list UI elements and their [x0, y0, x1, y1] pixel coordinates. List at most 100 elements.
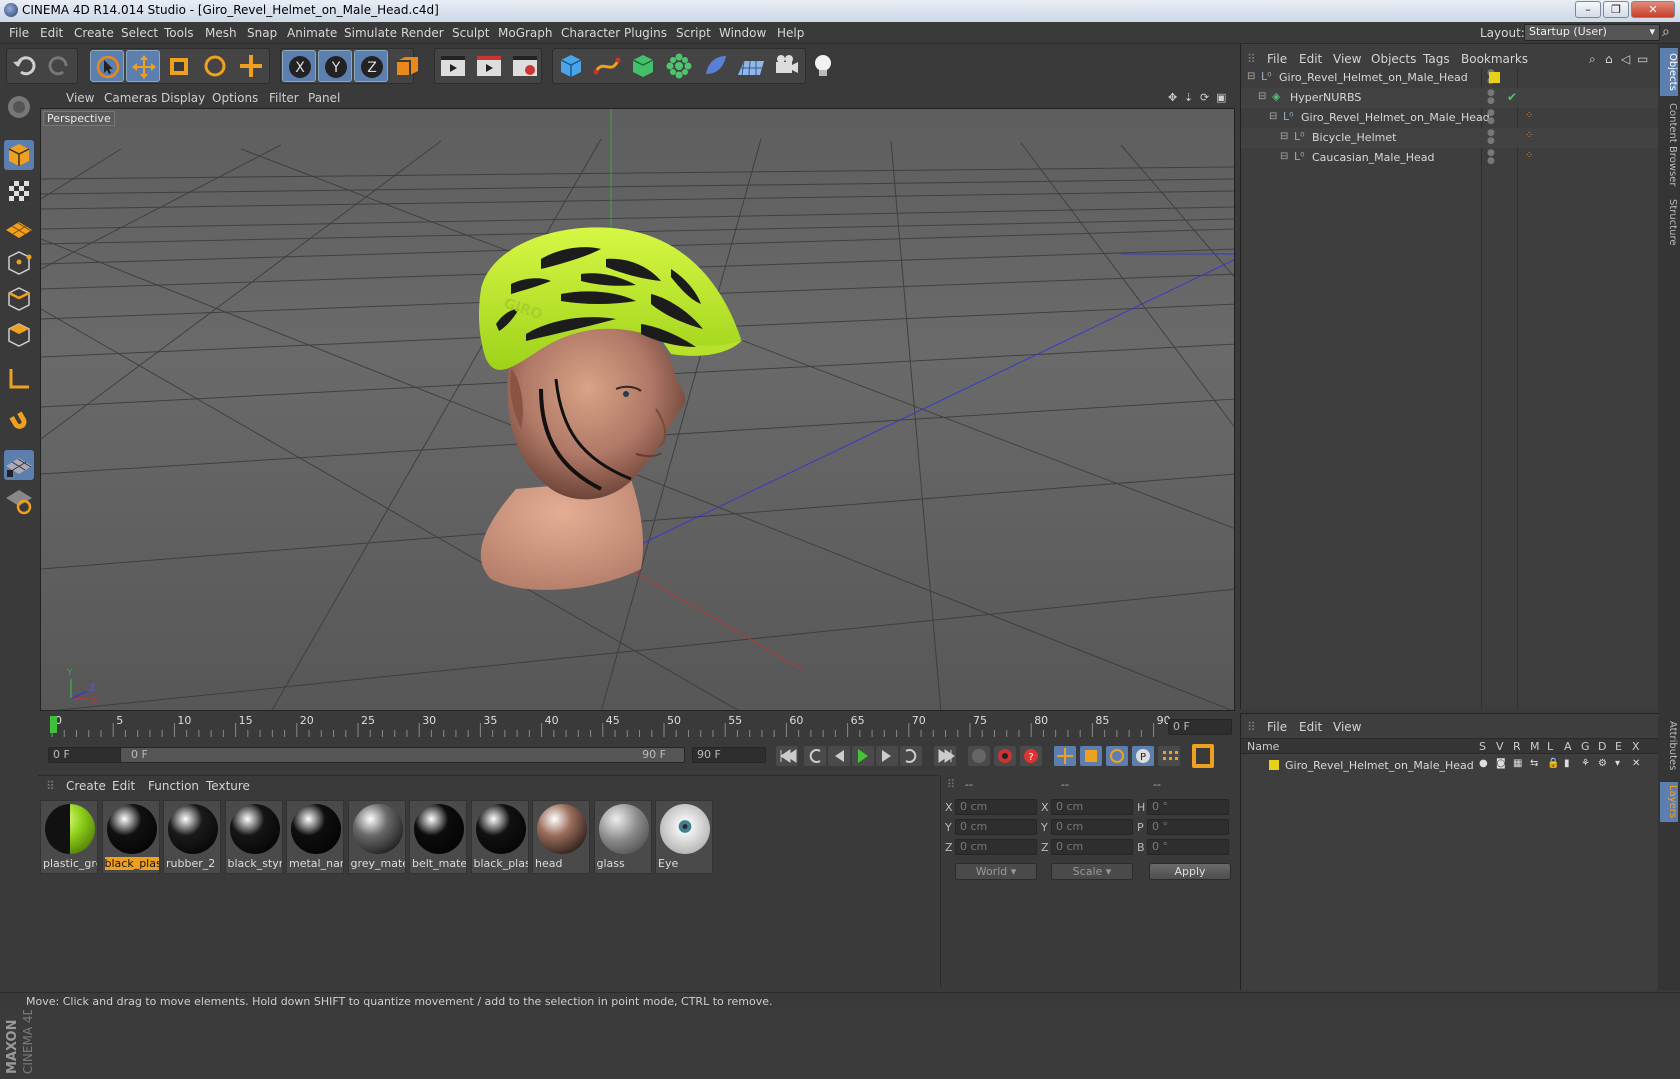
viewport-menu-panel[interactable]: Panel	[308, 91, 340, 105]
menu-sculpt[interactable]: Sculpt	[452, 26, 489, 40]
material-swatch[interactable]: black_styro	[224, 800, 283, 874]
visibility-toggle-icon[interactable]: ●●	[1487, 149, 1495, 166]
material-menu-function[interactable]: Function	[148, 779, 199, 793]
light-icon[interactable]	[806, 50, 840, 82]
viewport-maximize-icon[interactable]: ▣	[1216, 91, 1226, 104]
coord-value-field[interactable]: 0 cm	[1051, 819, 1133, 835]
undo-icon[interactable]	[8, 50, 42, 82]
playhead-marker[interactable]	[50, 716, 57, 733]
viewport-menu-view[interactable]: View	[66, 91, 94, 105]
x-axis-icon[interactable]: X	[282, 50, 316, 82]
material-swatch[interactable]: grey_mater	[347, 800, 406, 874]
layer-flag-toggle-icon[interactable]: ▦	[1513, 758, 1522, 769]
layer-flag-toggle-icon[interactable]: ⚘	[1581, 758, 1590, 769]
menu-select[interactable]: Select	[121, 26, 158, 40]
object-menu-tags[interactable]: Tags	[1423, 52, 1450, 66]
expand-toggle-icon[interactable]: ⊟	[1280, 151, 1288, 162]
object-row[interactable]: ⊟ ◈ HyperNURBS ● ● ✔	[1241, 88, 1659, 108]
material-tags-icon[interactable]: ⁘	[1525, 130, 1533, 141]
object-menu-objects[interactable]: Objects	[1371, 52, 1416, 66]
menu-file[interactable]: File	[9, 26, 29, 40]
nurbs-icon[interactable]	[626, 50, 660, 82]
scale-icon[interactable]	[162, 50, 196, 82]
cube-icon[interactable]	[554, 50, 588, 82]
expand-toggle-icon[interactable]: ⊟	[1269, 111, 1277, 122]
texture-mode-icon[interactable]	[4, 176, 34, 206]
menu-character[interactable]: Character	[561, 26, 620, 40]
layer-color-swatch[interactable]	[1489, 72, 1500, 83]
object-row[interactable]: ⊟ L⁰ Giro_Revel_Helmet_on_Male_Head ● ● ⁘	[1241, 108, 1659, 128]
layer-column-header[interactable]: E	[1615, 740, 1622, 753]
visibility-toggle-icon[interactable]: ●●	[1487, 89, 1495, 106]
menu-plugins[interactable]: Plugins	[624, 26, 667, 40]
z-axis-icon[interactable]: Z	[354, 50, 388, 82]
menu-render[interactable]: Render	[401, 26, 444, 40]
visibility-toggle-icon[interactable]: ●●	[1487, 129, 1495, 146]
maximize-button[interactable]: ❐	[1603, 1, 1629, 18]
search-icon[interactable]: ⌕	[1589, 52, 1596, 67]
render-view-icon[interactable]	[436, 50, 470, 82]
layer-column-header[interactable]: S	[1479, 740, 1486, 753]
world-dropdown[interactable]: World ▾	[955, 863, 1037, 880]
coord-value-field[interactable]: 0 cm	[1051, 799, 1133, 815]
snap-grid-icon[interactable]	[4, 450, 34, 480]
menu-window[interactable]: Window	[719, 26, 766, 40]
camera-icon[interactable]	[770, 50, 804, 82]
layer-column-header[interactable]: X	[1632, 740, 1640, 753]
material-swatch[interactable]: black_plast	[101, 800, 160, 874]
coord-value-field[interactable]: 0 cm	[955, 839, 1037, 855]
viewport-pan-icon[interactable]: ✥	[1168, 91, 1177, 104]
material-swatch[interactable]: belt_materi	[409, 800, 467, 874]
array-icon[interactable]	[662, 50, 696, 82]
coord-value-field[interactable]: 0 °	[1147, 839, 1229, 855]
layer-flag-toggle-icon[interactable]: ⚙	[1598, 758, 1607, 769]
home-icon[interactable]: ⌂	[1605, 52, 1613, 66]
layer-column-header[interactable]: A	[1564, 740, 1572, 753]
layout-dropdown[interactable]: Startup (User) ▾	[1524, 24, 1660, 41]
viewport-rotate-icon[interactable]: ⟳	[1200, 91, 1209, 104]
render-picture-viewer-icon[interactable]	[472, 50, 506, 82]
minimize-button[interactable]: –	[1575, 1, 1601, 18]
make-editable-icon[interactable]	[4, 92, 34, 122]
layer-menu-edit[interactable]: Edit	[1299, 720, 1322, 734]
layer-flag-toggle-icon[interactable]: ◙	[1496, 758, 1506, 769]
material-swatch[interactable]: plastic_gre	[40, 800, 98, 874]
object-row[interactable]: ⊟ L⁰ Caucasian_Male_Head ● ● ⁘	[1241, 148, 1659, 168]
layer-flag-toggle-icon[interactable]: ▾	[1615, 758, 1620, 769]
menu-script[interactable]: Script	[676, 26, 711, 40]
axis-mode-icon[interactable]	[4, 364, 34, 394]
menu-mograph[interactable]: MoGraph	[498, 26, 553, 40]
object-menu-view[interactable]: View	[1333, 52, 1361, 66]
layer-column-header[interactable]: G	[1581, 740, 1590, 753]
frame-range-slider[interactable]: 0 F 90 F	[120, 747, 685, 763]
tab-structure[interactable]: Structure	[1660, 194, 1678, 250]
object-menu-bookmarks[interactable]: Bookmarks	[1461, 52, 1528, 66]
timeline-ruler[interactable]: 0 5 10 15 20 25 30 35 40 45 50 55 60 65 70 75 80 85 90 0 F	[38, 713, 1238, 741]
layer-color-swatch[interactable]	[1269, 760, 1279, 770]
layer-menu-file[interactable]: File	[1267, 720, 1287, 734]
rotate-icon[interactable]	[198, 50, 232, 82]
tab-content-browser[interactable]: Content Browser	[1660, 100, 1678, 190]
close-button[interactable]: ✕	[1631, 1, 1675, 18]
expand-toggle-icon[interactable]: ⊟	[1247, 71, 1255, 82]
menu-snap[interactable]: Snap	[247, 26, 277, 40]
edges-mode-icon[interactable]	[4, 284, 34, 314]
coord-value-field[interactable]: 0 cm	[955, 799, 1037, 815]
live-select-icon[interactable]	[90, 50, 124, 82]
material-menu-texture[interactable]: Texture	[206, 779, 250, 793]
object-menu-file[interactable]: File	[1267, 52, 1287, 66]
coord-value-field[interactable]: 0 °	[1147, 799, 1229, 815]
search-icon[interactable]: ⌕	[1662, 24, 1670, 40]
object-row[interactable]: ⊟L⁰Giro_Revel_Helmet_on_Male_Head●●	[1241, 68, 1659, 88]
current-frame-field[interactable]: 0 F	[1168, 719, 1232, 735]
tab-layers[interactable]: Layers	[1660, 782, 1678, 822]
viewport-menu-cameras[interactable]: Cameras	[104, 91, 157, 105]
material-tags-icon[interactable]: ⁘	[1525, 150, 1533, 161]
material-menu-create[interactable]: Create	[66, 779, 106, 793]
material-menu-edit[interactable]: Edit	[112, 779, 135, 793]
material-swatch[interactable]: glass	[593, 800, 652, 874]
menu-help[interactable]: Help	[777, 26, 804, 40]
object-menu-edit[interactable]: Edit	[1299, 52, 1322, 66]
viewport-menu-options[interactable]: Options	[212, 91, 258, 105]
layer-menu-view[interactable]: View	[1333, 720, 1361, 734]
